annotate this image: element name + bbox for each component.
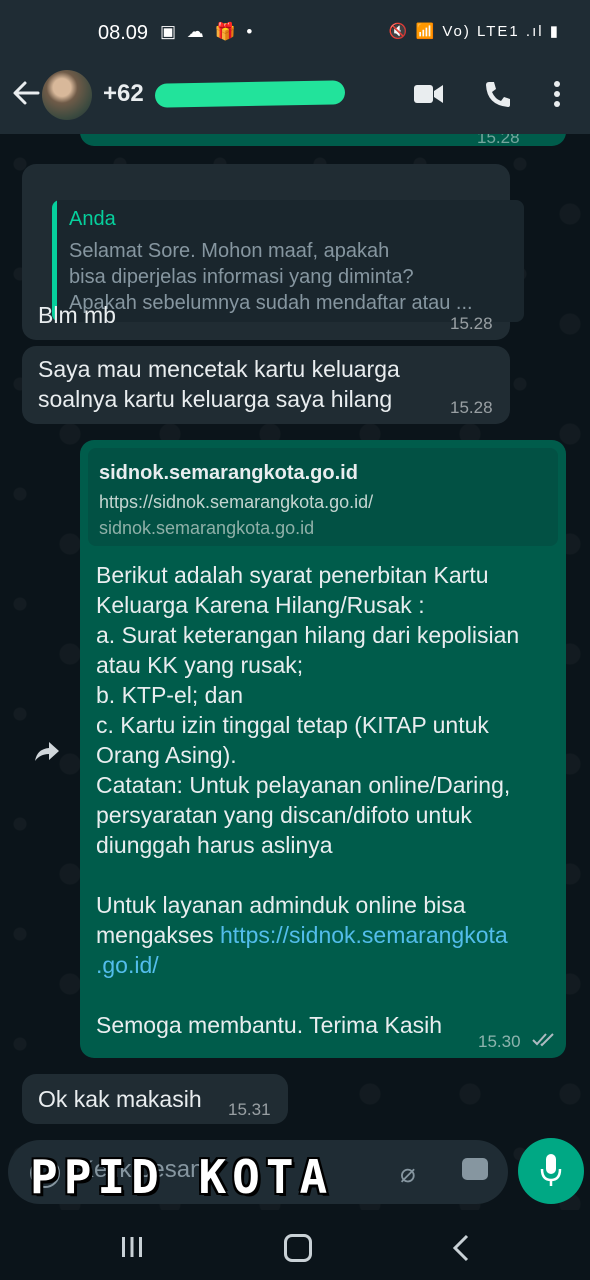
text-line: Berikut adalah syarat penerbitan Kartu [96, 562, 489, 588]
video-camera-icon[interactable] [414, 84, 444, 104]
text-line: a. Surat keterangan hilang dari kepolisi… [96, 622, 520, 648]
nav-back-icon[interactable] [452, 1234, 470, 1262]
preview-url: https://sidnok.semarangkota.go.id/ [99, 492, 374, 512]
message-bubble-in[interactable]: Saya mau mencetak kartu keluarga soalnya… [22, 346, 510, 424]
text-line: Saya mau mencetak kartu keluarga [38, 356, 400, 382]
quote-text: Selamat Sore. Mohon maaf, apakah bisa di… [69, 238, 517, 316]
text-line: diunggah harus aslinya [96, 832, 333, 858]
text-fragment: mengakses [96, 922, 214, 948]
contact-name[interactable]: +62 [103, 80, 144, 108]
message-link-cont[interactable]: .go.id/ [96, 952, 159, 978]
text-line: Untuk layanan adminduk online bisa [96, 892, 466, 918]
text-line: Keluarga Karena Hilang/Rusak : [96, 592, 425, 618]
quote-line: Apakah sebelumnya sudah mendaftar atau .… [69, 292, 473, 314]
message-text: Ok kak makasih [38, 1086, 202, 1112]
preview-title: sidnok.semarangkota.go.id [99, 462, 358, 484]
text-line: mengakses https://sidnok.semarangkota [96, 920, 558, 950]
message-bubble-out[interactable]: sidnok.semarangkota.go.id https://sidnok… [80, 440, 566, 1058]
arrow-left-icon[interactable] [12, 78, 40, 108]
status-bar: 08.09 ▣ ☁ 🎁 • 🔇 📶 Vo) LTE1 .ıl ▮ [0, 0, 590, 62]
recents-icon[interactable] [120, 1236, 144, 1258]
text-line: Catatan: Untuk pelayanan online/Daring, [96, 772, 511, 798]
home-icon[interactable] [284, 1234, 312, 1262]
redaction-mark [154, 80, 346, 108]
text-line: Orang Asing). [96, 742, 237, 768]
chat-header: +62 [0, 62, 590, 134]
message-time: 15.28 [450, 398, 493, 417]
text-line: soalnya kartu keluarga saya hilang [38, 386, 393, 412]
system-nav-bar [0, 1210, 590, 1280]
avatar[interactable] [42, 70, 92, 120]
status-time: 08.09 [98, 22, 149, 44]
message-text: Blm mb [38, 302, 116, 328]
message-time: 15.31 [228, 1100, 271, 1119]
quote-line: bisa diperjelas informasi yang diminta? [69, 266, 414, 288]
notification-icons: ▣ ☁ 🎁 • [160, 22, 256, 41]
message-text: Saya mau mencetak kartu keluarga soalnya… [38, 354, 400, 414]
quote-sender: Anda [69, 208, 116, 230]
double-check-icon [532, 1033, 554, 1047]
quote-line: Selamat Sore. Mohon maaf, apakah [69, 240, 390, 262]
message-time: 15.30 [478, 1032, 521, 1051]
quoted-message[interactable]: Anda Selamat Sore. Mohon maaf, apakah bi… [52, 200, 524, 322]
text-line: c. Kartu izin tinggal tetap (KITAP untuk [96, 712, 489, 738]
chat-area[interactable]: 15.28 Anda Selamat Sore. Mohon maaf, apa… [0, 134, 590, 1210]
text-line: atau KK yang rusak; [96, 652, 304, 678]
forward-icon[interactable] [28, 734, 64, 770]
message-bubble-in[interactable]: Anda Selamat Sore. Mohon maaf, apakah bi… [22, 164, 524, 340]
more-vert-icon[interactable] [552, 80, 562, 108]
preview-domain: sidnok.semarangkota.go.id [99, 518, 315, 538]
message-link[interactable]: https://sidnok.semarangkota [220, 922, 508, 948]
message-time: 15.28 [477, 134, 520, 147]
system-icons: 🔇 📶 Vo) LTE1 .ıl ▮ [388, 23, 560, 40]
phone-icon[interactable] [484, 80, 510, 108]
link-preview[interactable]: sidnok.semarangkota.go.id https://sidnok… [88, 448, 558, 546]
text-line: b. KTP-el; dan [96, 682, 244, 708]
message-bubble-in[interactable]: Ok kak makasih 15.31 [22, 1074, 288, 1124]
message-time: 15.28 [450, 314, 493, 333]
text-line: persyaratan yang discan/difoto untuk [96, 802, 472, 828]
message-text: Berikut adalah syarat penerbitan Kartu K… [96, 560, 558, 1040]
